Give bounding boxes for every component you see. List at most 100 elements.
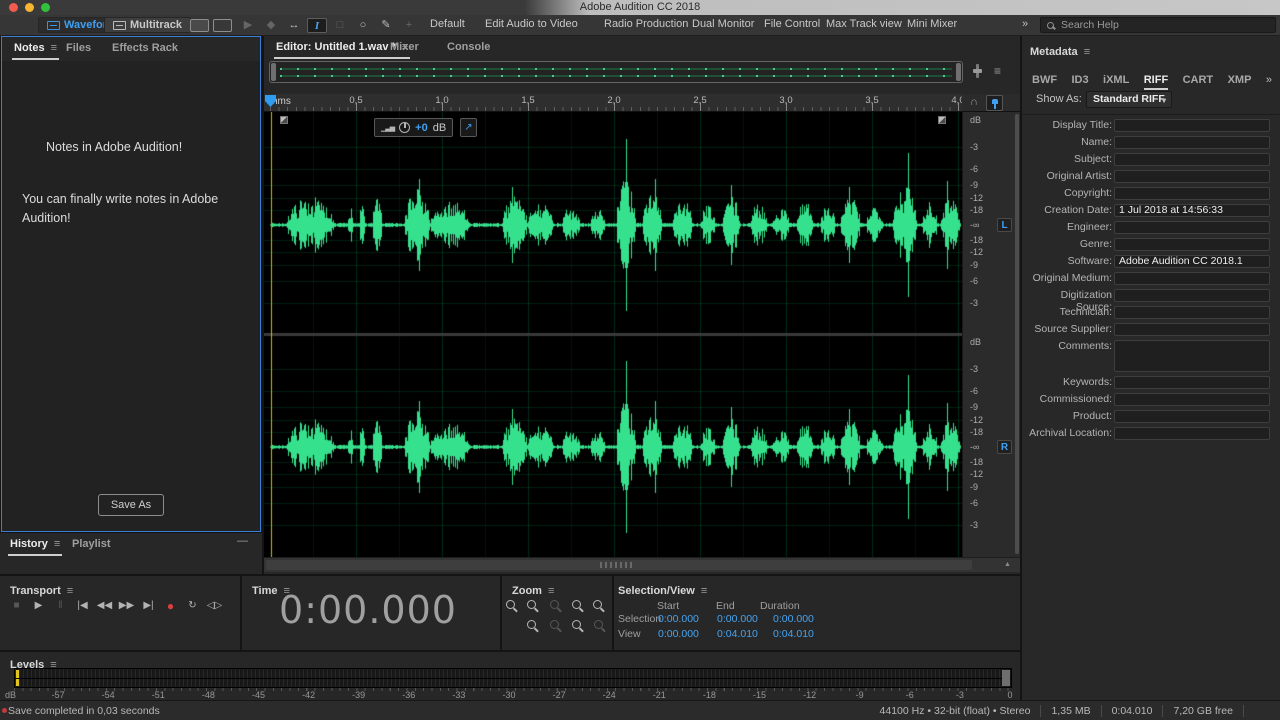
selection-duration-value[interactable]: 0:00.000: [773, 613, 814, 625]
panel-menu-icon[interactable]: ≡: [54, 538, 60, 550]
channel-badge-l[interactable]: L: [997, 218, 1012, 232]
time-display[interactable]: 0:00.000: [242, 588, 494, 632]
spectral-display-button[interactable]: [213, 19, 232, 32]
selection-view-menu-icon[interactable]: ≡: [701, 585, 707, 597]
vertical-scrollbar[interactable]: [1014, 112, 1020, 557]
fade-in-handle-icon[interactable]: [280, 116, 288, 124]
metadata-tab-cart[interactable]: CART: [1183, 74, 1214, 86]
stop-button[interactable]: ■: [6, 598, 27, 614]
field-input-product[interactable]: [1114, 410, 1270, 423]
hud-gain-value[interactable]: +0: [415, 122, 428, 134]
selection-start-value[interactable]: 0:00.000: [658, 613, 699, 625]
hud-pin-button[interactable]: ↗: [460, 118, 477, 137]
zoom-in-left-edge-button[interactable]: [572, 600, 581, 609]
field-input-copyright[interactable]: [1114, 187, 1270, 200]
timeline-ruler[interactable]: hms 0,51,01,52,02,53,03,54,0: [264, 94, 962, 112]
amplitude-ruler[interactable]: dB-3-6-9-12-18-∞-18-12-9-6-3LdB-3-6-9-12…: [962, 112, 1014, 557]
fast-forward-button[interactable]: ▶▶: [116, 598, 137, 614]
zoom-out-amplitude-button[interactable]: [550, 620, 559, 629]
field-input-technician[interactable]: [1114, 306, 1270, 319]
field-input-original-artist[interactable]: [1114, 170, 1270, 183]
rewind-button[interactable]: ◀◀: [94, 598, 115, 614]
vertical-zoom-slider-icon[interactable]: [976, 64, 979, 78]
metadata-tab-riff[interactable]: RIFF: [1144, 74, 1168, 86]
zoom-in-time-button[interactable]: [506, 600, 515, 609]
zoom-reset-button[interactable]: [527, 620, 536, 629]
toolbar-overflow-chevron-icon[interactable]: »: [1022, 18, 1028, 30]
workspace-mini-mixer[interactable]: Mini Mixer: [907, 18, 957, 30]
panel-menu-icon[interactable]: ≡: [51, 42, 57, 54]
razor-tool[interactable]: ◆: [261, 18, 281, 33]
tab-editor-untitled-1-wav[interactable]: Editor: Untitled 1.wav *≡: [276, 41, 408, 53]
record-button[interactable]: ●: [160, 598, 181, 614]
marquee-selection-tool[interactable]: □: [330, 18, 350, 33]
time-selection-tool[interactable]: I: [307, 18, 327, 33]
tab-files[interactable]: Files: [66, 42, 91, 54]
metadata-tab-ixml[interactable]: iXML: [1103, 74, 1129, 86]
waveform-view-button[interactable]: [190, 19, 209, 32]
window-titlebar[interactable]: Adobe Audition CC 2018: [0, 0, 1280, 15]
level-meter[interactable]: [14, 668, 1012, 688]
metadata-tab-id3[interactable]: ID3: [1071, 74, 1088, 86]
slip-tool[interactable]: ↔: [284, 18, 304, 33]
field-input-display-title[interactable]: [1114, 119, 1270, 132]
skip-to-end-button[interactable]: ▶|: [138, 598, 159, 614]
zoom-in-amplitude-button[interactable]: [527, 600, 536, 609]
snap-magnet-icon[interactable]: ∩: [970, 96, 978, 108]
scrollbar-grip-icon[interactable]: [600, 562, 634, 568]
pause-button[interactable]: ‖: [50, 598, 71, 614]
zoom-in-right-edge-button[interactable]: [572, 620, 581, 629]
field-input-keywords[interactable]: [1114, 376, 1270, 389]
metadata-tab-xmp[interactable]: XMP: [1228, 74, 1252, 86]
workspace-default[interactable]: Default: [430, 18, 465, 30]
move-tool[interactable]: ▶: [238, 18, 258, 33]
gain-knob-icon[interactable]: [399, 122, 410, 133]
navigator-menu-icon[interactable]: ≡: [994, 64, 1001, 78]
notes-text-line1[interactable]: Notes in Adobe Audition!: [46, 138, 182, 157]
field-input-comments[interactable]: [1114, 340, 1270, 372]
field-input-digitization-source[interactable]: [1114, 289, 1270, 302]
view-duration-value[interactable]: 0:04.010: [773, 628, 814, 640]
field-input-creation-date[interactable]: 1 Jul 2018 at 14:56:33: [1114, 204, 1270, 217]
navigator-right-handle[interactable]: [956, 63, 961, 81]
horizontal-scrollbar[interactable]: ▲: [264, 557, 1020, 572]
field-input-software[interactable]: Adobe Audition CC 2018.1: [1114, 255, 1270, 268]
lasso-selection-tool[interactable]: ○: [353, 18, 373, 33]
save-as-button[interactable]: Save As: [98, 494, 164, 516]
waveform-display[interactable]: [264, 112, 962, 557]
field-input-name[interactable]: [1114, 136, 1270, 149]
field-input-commissioned[interactable]: [1114, 393, 1270, 406]
field-input-genre[interactable]: [1114, 238, 1270, 251]
tab-console[interactable]: Console: [447, 41, 490, 53]
skip-selection-button[interactable]: ◁▷: [204, 598, 225, 614]
spot-healing-brush-tool[interactable]: +: [399, 18, 419, 33]
tab-playlist[interactable]: Playlist: [72, 538, 111, 550]
fade-out-handle-icon[interactable]: [938, 116, 946, 124]
workspace-dual-monitor[interactable]: Dual Monitor: [692, 18, 754, 30]
zoom-to-selection-button[interactable]: [593, 600, 602, 609]
tab-mixer[interactable]: Mixer: [390, 41, 419, 53]
search-help-box[interactable]: [1040, 17, 1276, 33]
tab-history[interactable]: History≡: [10, 538, 60, 550]
show-as-dropdown[interactable]: Standard RIFF ▾: [1086, 91, 1172, 108]
field-input-original-medium[interactable]: [1114, 272, 1270, 285]
scrollbar-zoom-icon[interactable]: ▲: [1004, 561, 1011, 568]
workspace-radio-production[interactable]: Radio Production: [604, 18, 688, 30]
field-input-source-supplier[interactable]: [1114, 323, 1270, 336]
navigator-left-handle[interactable]: [271, 63, 276, 81]
channel-badge-r[interactable]: R: [997, 440, 1012, 454]
workspace-max-track-view[interactable]: Max Track view: [826, 18, 902, 30]
tab-notes[interactable]: Notes≡: [14, 42, 57, 54]
metadata-menu-icon[interactable]: ≡: [1084, 46, 1090, 58]
zoom-out-time-button[interactable]: [550, 600, 559, 609]
view-start-value[interactable]: 0:00.000: [658, 628, 699, 640]
metadata-tabs-overflow-icon[interactable]: »: [1266, 74, 1272, 86]
tab-effects-rack[interactable]: Effects Rack: [112, 42, 178, 54]
zoom-menu-icon[interactable]: ≡: [548, 585, 554, 597]
field-input-archival-location[interactable]: [1114, 427, 1270, 440]
search-input[interactable]: [1059, 18, 1249, 32]
zoom-full-button[interactable]: [594, 620, 603, 629]
workspace-edit-audio-to-video[interactable]: Edit Audio to Video: [485, 18, 578, 30]
selection-end-value[interactable]: 0:00.000: [717, 613, 758, 625]
panel-collapse-icon[interactable]: —: [237, 535, 248, 547]
